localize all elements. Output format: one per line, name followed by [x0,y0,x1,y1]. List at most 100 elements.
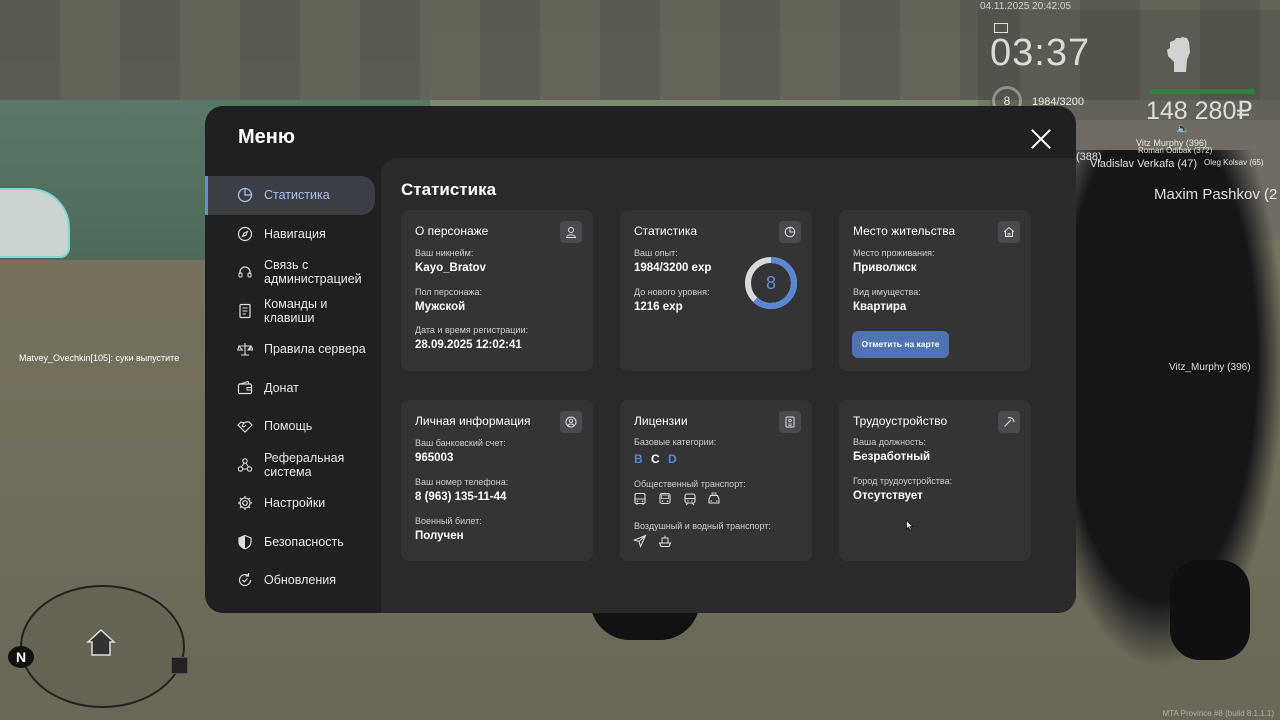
hud-money: 148 280₽ [1146,97,1253,125]
sidebar-item-statistics[interactable]: Статистика [205,176,375,215]
home-icon [998,221,1020,243]
sidebar-item-label: Помощь [264,419,313,434]
position-value: Безработный [853,451,931,463]
tram-icon [684,493,696,506]
license-category: B [634,452,643,466]
pie-chart-icon [237,188,253,203]
nametag: Maxim Pashkov (2 [1154,186,1278,203]
user-circle-icon [560,411,582,433]
military-label: Военный билет: [415,516,482,526]
character-card: О персонаже Ваш никнейм: Kayo_Bratov Пол… [401,210,593,371]
sidebar-item-label: Реферальная система [264,450,345,479]
card-title: Личная информация [415,414,531,428]
card-title: Лицензии [634,414,688,428]
refresh-icon [238,573,252,587]
work-city-value: Отсутствует [853,490,923,502]
boat-icon [658,535,672,548]
shield-icon [238,534,252,550]
air-water-transport-label: Воздушный и водный транспорт: [634,521,771,531]
exp-value: 1984/3200 exp [634,262,712,274]
sidebar-item-navigation[interactable]: Навигация [205,215,381,254]
sidebar-item-label: Правила сервера [264,342,366,357]
bank-account-value: 965003 [415,452,454,464]
player-silhouette [1170,560,1250,660]
property-type-label: Вид имущества: [853,287,921,297]
handshake-icon [237,421,253,434]
pie-chart-icon [779,221,801,243]
sidebar-item-settings[interactable]: Настройки [205,484,381,523]
employment-card: Трудоустройство Ваша должность: Безработ… [839,400,1031,561]
nametag: Oleg Kolsav (65) [1204,158,1264,167]
id-card-icon [779,411,801,433]
version-label: MTA Province #8 (build 8.1.1.1) [1162,709,1274,718]
airplane-icon [633,534,647,548]
card-title: Место жительства [853,224,956,238]
nametag: Vitz_Murphy (396) [1169,362,1251,373]
fist-icon [1167,37,1190,72]
pickaxe-icon [998,411,1020,433]
military-value: Получен [415,530,464,542]
main-menu: Меню Статистика Навигация Связь с админи… [205,106,1076,613]
sidebar-item-admin-contact[interactable]: Связь с администрацией [205,253,381,292]
bank-account-label: Ваш банковский счет: [415,438,506,448]
exp-label: Ваш опыт: [634,248,678,258]
licenses-card: Лицензии Базовые категории: B C D Общест… [620,400,812,561]
residence-place-label: Место проживания: [853,248,935,258]
taxi-icon [708,492,720,504]
public-transport-label: Общественный транспорт: [634,479,746,489]
gear-icon [238,496,252,511]
compass-icon [237,226,253,241]
gender-value: Мужской [415,301,466,313]
menu-title: Меню [238,126,295,148]
sidebar-item-label: Команды и клавиши [264,296,328,325]
sidebar-item-label: Навигация [264,226,326,241]
sidebar-item-label: Донат [264,380,299,395]
sidebar-item-help[interactable]: Помощь [205,407,381,446]
base-categories-label: Базовые категории: [634,437,717,447]
sidebar-item-commands[interactable]: Команды и клавиши [205,292,381,331]
registration-value: 28.09.2025 12:02:41 [415,339,522,351]
coach-icon [659,492,671,505]
nickname-value: Kayo_Bratov [415,262,486,274]
sidebar-item-label: Обновления [264,573,336,588]
bus-icon [634,492,646,505]
gender-label: Пол персонажа: [415,287,483,297]
level-number: 8 [765,273,776,293]
license-category: D [668,452,677,466]
sidebar-item-security[interactable]: Безопасность [205,523,381,562]
next-level-value: 1216 exp [634,301,683,313]
sidebar-item-donate[interactable]: Донат [205,369,381,408]
residence-place-value: Приволжск [853,262,917,274]
stats-card: Статистика Ваш опыт: 1984/3200 exp До но… [620,210,812,371]
close-button[interactable] [1030,128,1052,150]
work-city-label: Город трудоустройства: [853,476,953,486]
residence-card: Место жительства Место проживания: Приво… [839,210,1031,371]
health-bar [1150,89,1254,94]
personal-info-card: Личная информация Ваш банковский счет: 9… [401,400,593,561]
next-level-label: До нового уровня: [634,287,710,297]
card-title: Статистика [634,224,698,238]
north-indicator: N [8,646,34,668]
sidebar-item-label: Безопасность [264,534,344,549]
mark-on-map-button[interactable]: Отметить на карте [852,331,949,358]
property-type-value: Квартира [853,301,907,313]
nickname-label: Ваш никнейм: [415,248,474,258]
sidebar-item-label: Настройки [264,496,326,511]
sidebar-item-rules[interactable]: Правила сервера [205,330,381,369]
radar-blip [171,657,188,674]
content-title: Статистика [401,180,497,199]
chat-message: Matvey_Ovechkin[105]: суки выпустите [19,353,180,363]
license-category: C [651,452,660,466]
wallet-icon [237,380,253,394]
nametag: Vladislav Verkafa (47) [1090,158,1197,170]
headset-icon [238,266,252,278]
card-title: Трудоустройство [853,414,948,428]
hud-datetime: 04.11.2025 20:42:05 [980,1,1072,12]
sidebar-item-updates[interactable]: Обновления [205,561,381,600]
sidebar-item-label: Статистика [264,188,330,203]
sidebar-item-referral[interactable]: Реферальная система [205,446,381,485]
mouse-cursor-icon [906,520,914,531]
network-icon [237,457,253,472]
phone-label: Ваш номер телефона: [415,477,509,487]
scales-icon [237,343,253,356]
